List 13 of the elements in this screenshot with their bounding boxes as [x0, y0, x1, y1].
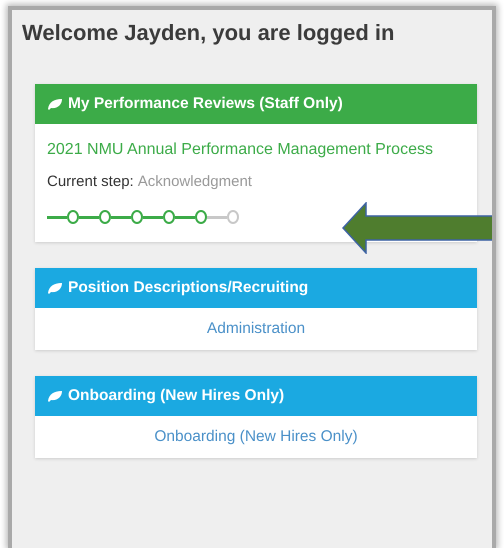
leaf-icon: [47, 282, 63, 294]
card-header: Onboarding (New Hires Only): [35, 376, 477, 416]
card-link[interactable]: Administration: [206, 320, 306, 337]
step-label: Current step:: [47, 173, 134, 190]
arrow-icon: [342, 202, 492, 254]
card-header: Position Descriptions/Recruiting: [35, 268, 477, 308]
leaf-icon: [47, 98, 63, 110]
process-link[interactable]: 2021 NMU Annual Performance Management Process: [47, 139, 465, 161]
leaf-icon: [47, 390, 63, 402]
card-link[interactable]: Onboarding (New Hires Only): [154, 428, 358, 445]
card-header: My Performance Reviews (Staff Only): [35, 84, 477, 124]
step-value: Acknowledgment: [138, 173, 252, 190]
welcome-title: Welcome Jayden, you are logged in: [22, 20, 396, 46]
